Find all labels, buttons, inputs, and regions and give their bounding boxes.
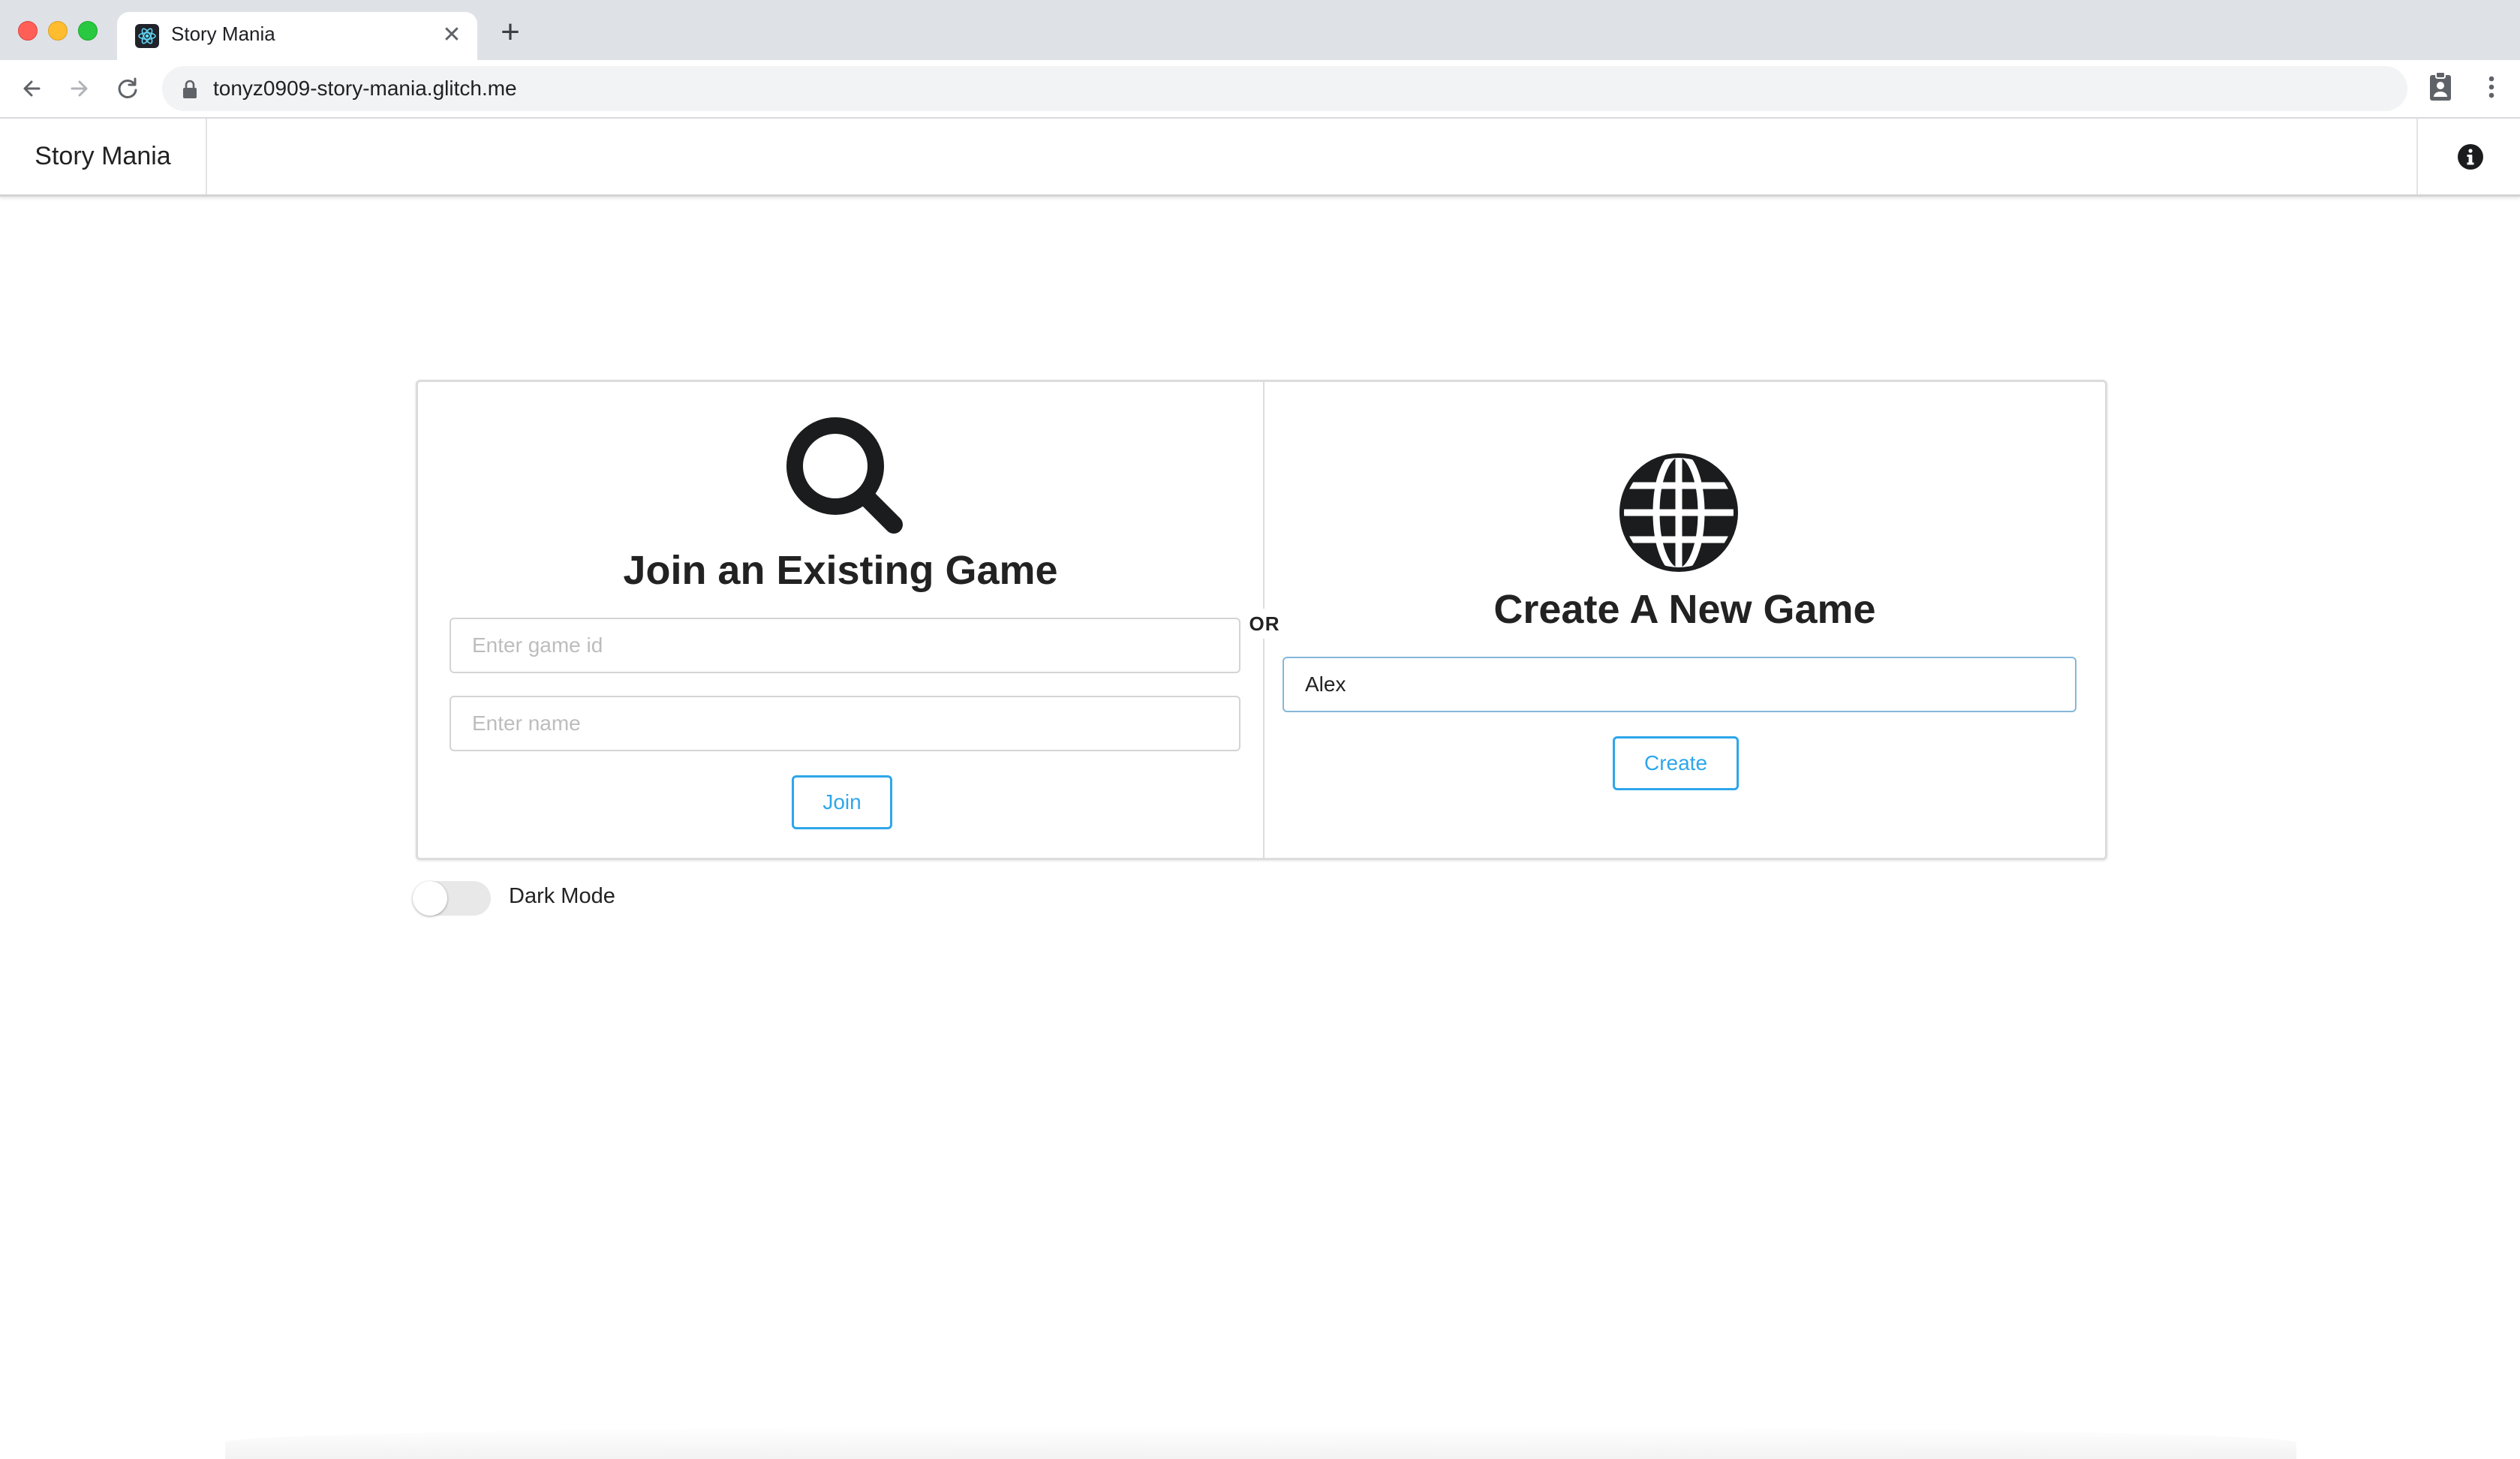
game-id-input[interactable] [450, 618, 1240, 673]
join-name-input[interactable] [450, 696, 1240, 751]
more-menu-icon[interactable] [2476, 72, 2506, 102]
browser-tab[interactable]: Story Mania ✕ [117, 12, 477, 60]
create-name-input[interactable] [1283, 657, 2076, 712]
globe-icon [1619, 453, 1738, 573]
maximize-window-button[interactable] [78, 21, 98, 41]
dark-mode-label: Dark Mode [509, 884, 615, 908]
extension-clipboard-icon[interactable] [2425, 71, 2455, 104]
info-icon [2458, 144, 2483, 170]
toggle-knob [413, 881, 447, 916]
browser-toolbar: tonyz0909-story-mania.glitch.me [0, 60, 2520, 119]
info-button[interactable] [2416, 119, 2520, 194]
join-button[interactable]: Join [792, 775, 892, 829]
address-bar[interactable]: tonyz0909-story-mania.glitch.me [162, 66, 2407, 111]
create-heading: Create A New Game [1493, 587, 1876, 632]
reload-icon[interactable] [113, 74, 143, 104]
tab-close-icon[interactable]: ✕ [438, 23, 465, 50]
forward-arrow-icon[interactable] [65, 74, 95, 104]
app-navbar: Story Mania [0, 119, 2520, 197]
join-heading: Join an Existing Game [623, 548, 1058, 593]
lock-icon [183, 80, 197, 98]
tab-title: Story Mania [171, 23, 275, 45]
minimize-window-button[interactable] [48, 21, 68, 41]
search-icon [786, 417, 903, 534]
dark-mode-toggle[interactable] [413, 881, 491, 916]
browser-tabstrip: Story Mania ✕ + [0, 0, 2520, 60]
react-favicon-icon [135, 24, 159, 48]
new-tab-button[interactable]: + [495, 16, 525, 49]
bottom-shadow [225, 1426, 2296, 1459]
back-arrow-icon[interactable] [17, 74, 47, 104]
brand-link[interactable]: Story Mania [0, 119, 207, 194]
create-button[interactable]: Create [1613, 736, 1739, 790]
url-text: tonyz0909-story-mania.glitch.me [213, 77, 517, 100]
game-card: OR Join an Existing Game Join Create A N… [416, 380, 2107, 860]
close-window-button[interactable] [18, 21, 38, 41]
